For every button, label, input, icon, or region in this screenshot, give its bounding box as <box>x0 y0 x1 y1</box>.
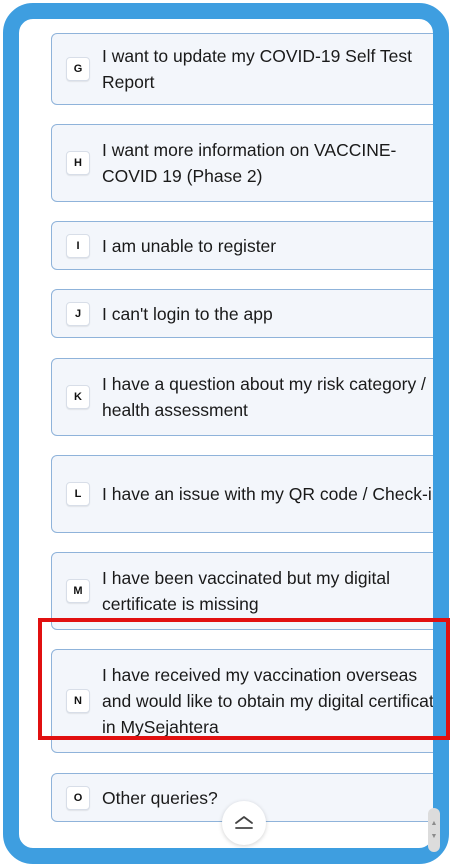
option-h-letter: H <box>66 151 90 175</box>
selected-option-highlight <box>38 618 450 740</box>
option-o-letter: O <box>66 785 90 810</box>
option-l-label: I have an issue with my QR code / Check-… <box>102 484 442 504</box>
option-l-letter: L <box>66 482 90 506</box>
option-m-letter: M <box>66 579 90 603</box>
option-i-button[interactable]: I I am unable to register <box>51 221 433 270</box>
option-l-button[interactable]: L I have an issue with my QR code / Chec… <box>51 455 442 533</box>
option-g-letter: G <box>66 57 90 81</box>
option-k-label: I have a question about my risk category… <box>102 374 426 420</box>
option-g-button[interactable]: G I want to update my COVID-19 Self Test… <box>51 33 433 105</box>
option-j-letter: J <box>66 301 90 326</box>
scroll-handle-up-icon: ▲ <box>430 820 438 827</box>
scroll-handle-down-icon: ▼ <box>430 833 438 840</box>
scroll-handle-icon[interactable]: ▲ ▼ <box>428 808 440 852</box>
option-h-button[interactable]: H I want more information on VACCINE-COV… <box>51 124 433 202</box>
option-g-label: I want to update my COVID-19 Self Test R… <box>102 46 412 92</box>
option-i-label: I am unable to register <box>102 235 277 256</box>
option-h-label: I want more information on VACCINE-COVID… <box>102 140 397 186</box>
option-i-letter: I <box>66 233 90 258</box>
chevron-up-double-icon <box>235 816 253 829</box>
option-j-label: I can't login to the app <box>102 303 273 324</box>
option-k-letter: K <box>66 385 90 409</box>
option-j-button[interactable]: J I can't login to the app <box>51 289 433 338</box>
option-k-button[interactable]: K I have a question about my risk catego… <box>51 358 433 436</box>
option-o-label: Other queries? <box>102 787 218 808</box>
scroll-to-top-button[interactable] <box>222 801 266 845</box>
option-m-label: I have been vaccinated but my digital ce… <box>102 568 390 614</box>
